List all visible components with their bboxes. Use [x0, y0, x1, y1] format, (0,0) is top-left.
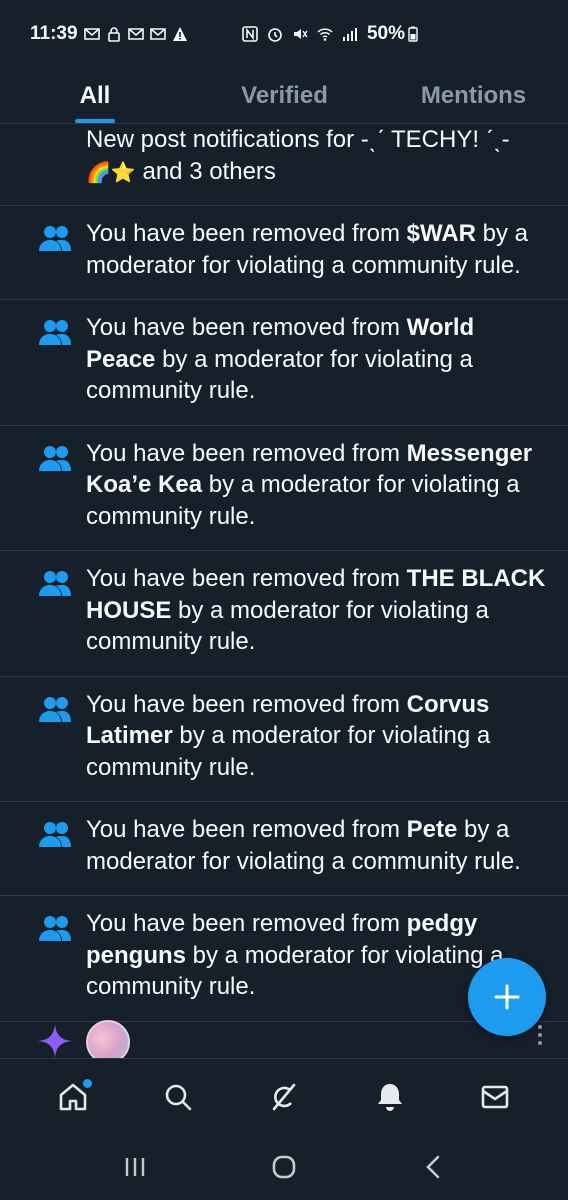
- bottom-navigation: [0, 1058, 568, 1134]
- notification-item[interactable]: You have been removed from THE BLACK HOU…: [0, 551, 568, 677]
- sparkle-icon: [38, 1024, 72, 1058]
- nfc-icon: [242, 26, 258, 42]
- community-icon: [39, 916, 71, 941]
- system-navigation: [0, 1134, 568, 1200]
- battery-percent: 50%: [366, 23, 405, 44]
- recents-button[interactable]: [111, 1143, 159, 1191]
- notification-prefix: You have been removed from: [86, 690, 407, 718]
- community-icon: [39, 445, 71, 471]
- home-button[interactable]: [260, 1143, 308, 1191]
- community-name[interactable]: Pete: [407, 816, 458, 843]
- nav-notifications[interactable]: [362, 1069, 418, 1125]
- status-time: 11:39: [30, 23, 78, 44]
- notification-list: New post notifications for -ˎˊ TECHY! ˊˎ…: [0, 124, 568, 1022]
- tab-mentions[interactable]: Mentions: [379, 68, 568, 123]
- notification-prefix: You have been removed from: [86, 220, 407, 247]
- notification-prefix: You have been removed from: [86, 314, 407, 341]
- notification-item[interactable]: You have been removed from $WAR by a mod…: [0, 206, 568, 300]
- back-icon: [426, 1155, 440, 1179]
- notification-prefix: You have been removed from: [86, 910, 407, 937]
- nav-grok[interactable]: [256, 1069, 312, 1125]
- nav-messages[interactable]: [467, 1069, 523, 1125]
- tab-mentions-label: Mentions: [420, 81, 527, 109]
- mail-icon: [481, 1085, 509, 1108]
- notification-item[interactable]: You have been removed from World Peace b…: [0, 300, 568, 426]
- nav-search[interactable]: [150, 1069, 206, 1125]
- recents-icon: [125, 1158, 144, 1176]
- lock-icon: [107, 27, 120, 42]
- warning-icon: [172, 27, 187, 41]
- gmail-icon: [83, 28, 100, 40]
- search-icon: [166, 1084, 192, 1110]
- community-name[interactable]: $WAR: [407, 220, 476, 247]
- avatar[interactable]: [86, 1020, 130, 1058]
- notification-text: New post notifications for -ˎˊ TECHY! ˊˎ…: [86, 126, 510, 153]
- tab-verified-label: Verified: [241, 81, 328, 109]
- community-icon: [39, 226, 71, 251]
- tab-verified[interactable]: Verified: [190, 68, 379, 123]
- tab-all-label: All: [79, 81, 111, 109]
- community-icon: [39, 696, 71, 722]
- notification-tabs: All Verified Mentions: [0, 68, 568, 124]
- community-icon: [39, 571, 71, 596]
- gmail-icon: [127, 28, 144, 40]
- gmail-icon: [149, 28, 166, 40]
- notification-item[interactable]: You have been removed from Messenger Koa…: [0, 426, 568, 551]
- emoji: 🌈⭐: [86, 161, 136, 184]
- plus-icon: [494, 984, 520, 1010]
- alarm-icon: [268, 28, 282, 42]
- mute-icon: [293, 29, 308, 39]
- bell-icon: [377, 1083, 402, 1111]
- notification-prefix: You have been removed from: [86, 816, 407, 843]
- home-circle-icon: [272, 1155, 296, 1179]
- battery-icon: [408, 26, 418, 42]
- notification-item[interactable]: You have been removed from Corvus Latime…: [0, 677, 568, 802]
- nav-home[interactable]: [45, 1069, 101, 1125]
- tab-all[interactable]: All: [0, 68, 190, 123]
- unread-dot: [82, 1078, 92, 1088]
- notification-prefix: You have been removed from: [86, 439, 407, 467]
- community-icon: [39, 320, 71, 345]
- notification-item-new-posts[interactable]: New post notifications for -ˎˊ TECHY! ˊˎ…: [0, 124, 568, 206]
- back-button[interactable]: [409, 1143, 457, 1191]
- compose-button[interactable]: [468, 958, 546, 1036]
- community-icon: [39, 822, 71, 847]
- grok-icon: [272, 1083, 296, 1110]
- active-tab-indicator: [75, 119, 115, 123]
- notification-others: and 3 others: [135, 157, 276, 185]
- wifi-icon: [317, 28, 333, 41]
- status-bar: 11:39 50%: [0, 0, 568, 68]
- notification-text-line2: 🌈⭐ and 3 others: [86, 156, 550, 190]
- more-icon[interactable]: [537, 1024, 543, 1046]
- signal-icon: [342, 28, 357, 41]
- notification-prefix: You have been removed from: [86, 565, 407, 592]
- notification-item[interactable]: You have been removed from Pete by a mod…: [0, 802, 568, 896]
